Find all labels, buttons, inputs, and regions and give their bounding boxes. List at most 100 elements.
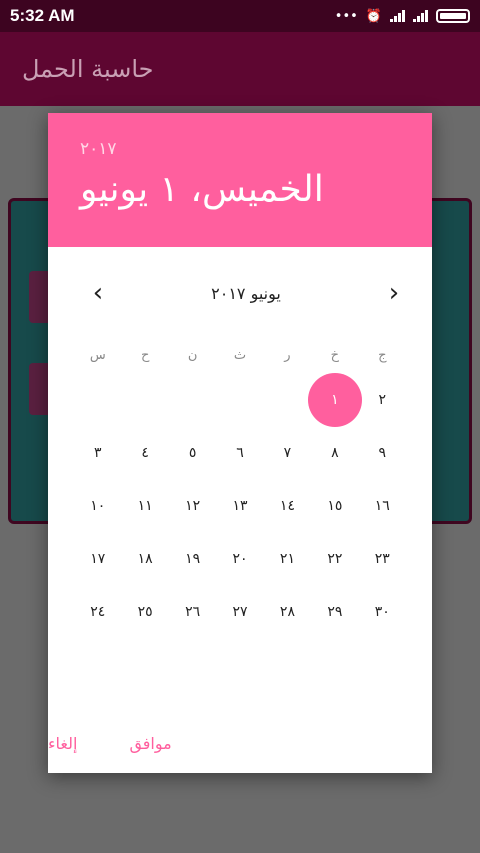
day-cell[interactable]: ٢٦ xyxy=(169,588,216,635)
weekday-label: ر xyxy=(284,347,291,363)
day-number: ١٤ xyxy=(279,497,295,514)
day-cell[interactable]: ٢ xyxy=(359,376,406,423)
day-cell[interactable]: ١٥ xyxy=(311,482,358,529)
day-number: ٢٩ xyxy=(327,603,343,620)
dialog-header: ٢٠١٧ الخميس، ١ يونيو xyxy=(48,113,432,247)
day-cell[interactable]: ٢٩ xyxy=(311,588,358,635)
day-cell[interactable]: ٢٠ xyxy=(216,535,263,582)
alarm-icon: ⏰ xyxy=(365,8,382,24)
day-cell[interactable]: ٤ xyxy=(121,429,168,476)
weekday-label: ن xyxy=(187,347,198,363)
weekday-label: ج xyxy=(378,347,387,363)
month-title: يونيو ٢٠١٧ xyxy=(211,283,281,303)
status-time: 5:32 AM xyxy=(10,6,75,25)
calendar-grid: ج خ ر ث ن ح س ٢ ١ ٩ ٨ ٧ ٦ ٥ ٤ ٣ ١٦ ١٥ ١٤ ١٣ ١٢ ١١ ١٠ ٢٣ ٢… xyxy=(74,337,406,638)
day-number: ٧ xyxy=(283,444,292,461)
day-cell[interactable]: ٣٠ xyxy=(359,588,406,635)
day-number: ١٧ xyxy=(90,550,106,567)
day-cell[interactable]: ١١ xyxy=(121,482,168,529)
empty-day-cell xyxy=(169,376,216,423)
empty-day-cell xyxy=(74,376,121,423)
day-number: ٢٦ xyxy=(185,603,201,620)
day-number: ٢٧ xyxy=(232,603,248,620)
day-number: ٨ xyxy=(331,444,339,461)
day-cell[interactable]: ١٨ xyxy=(121,535,168,582)
day-number: ٤ xyxy=(141,444,149,461)
calendar-weeks: ٢ ١ ٩ ٨ ٧ ٦ ٥ ٤ ٣ ١٦ ١٥ ١٤ ١٣ ١٢ ١١ ١٠ ٢٣ ٢٢ ٢١ ٢٠ ١٩ ١٨ ١٧ ٣٠ ٢… xyxy=(74,373,406,638)
day-cell[interactable]: ٢٢ xyxy=(311,535,358,582)
day-number: ١٩ xyxy=(185,550,201,567)
day-number: ١١ xyxy=(137,497,153,514)
day-number: ٢ xyxy=(378,391,387,408)
calendar-week-row: ٢٣ ٢٢ ٢١ ٢٠ ١٩ ١٨ ١٧ xyxy=(74,532,406,585)
day-cell[interactable]: ٣ xyxy=(74,429,121,476)
calendar-week-row: ٣٠ ٢٩ ٢٨ ٢٧ ٢٦ ٢٥ ٢٤ xyxy=(74,585,406,638)
signal-icon xyxy=(390,10,405,22)
day-number: ١٣ xyxy=(232,497,248,514)
day-cell[interactable]: ١٢ xyxy=(169,482,216,529)
day-cell[interactable]: ١٧ xyxy=(74,535,121,582)
calendar-week-row: ٢١ xyxy=(74,373,406,426)
day-cell[interactable]: ٨ xyxy=(311,429,358,476)
day-cell-selected[interactable]: ١ xyxy=(311,376,358,423)
empty-day-cell xyxy=(121,376,168,423)
day-number: ٩ xyxy=(378,444,387,461)
day-number: ٢١ xyxy=(279,550,295,567)
year-label[interactable]: ٢٠١٧ xyxy=(80,139,117,159)
day-number: ١٦ xyxy=(374,497,390,514)
calendar-week-row: ١٦ ١٥ ١٤ ١٣ ١٢ ١١ ١٠ xyxy=(74,479,406,532)
battery-icon xyxy=(436,9,470,23)
calendar-week-row: ٩ ٨ ٧ ٦ ٥ ٤ ٣ xyxy=(74,426,406,479)
weekday-label: ح xyxy=(140,347,150,363)
day-cell[interactable]: ٧ xyxy=(264,429,311,476)
previous-month-button[interactable]: ‹ xyxy=(86,280,110,306)
day-number: ١٢ xyxy=(185,497,201,514)
day-cell[interactable]: ٢٥ xyxy=(121,588,168,635)
day-cell[interactable]: ٢٣ xyxy=(359,535,406,582)
signal-icon xyxy=(413,10,428,22)
day-number: ١ xyxy=(331,391,339,408)
day-cell[interactable]: ٢٧ xyxy=(216,588,263,635)
day-number: ٢٤ xyxy=(90,603,106,620)
day-number: ٢٨ xyxy=(279,603,295,620)
day-number: ١٥ xyxy=(327,497,343,514)
day-number: ٢٥ xyxy=(137,603,153,620)
day-number: ١٠ xyxy=(90,497,106,514)
day-cell[interactable]: ١٣ xyxy=(216,482,263,529)
day-number: ٢٢ xyxy=(327,550,343,567)
dots-icon: ••• xyxy=(334,8,358,24)
next-month-button[interactable]: › xyxy=(382,280,406,306)
status-bar: 5:32 AM ••• ⏰ xyxy=(0,0,480,32)
day-number: ٢٣ xyxy=(374,550,390,567)
day-cell[interactable]: ١٩ xyxy=(169,535,216,582)
day-number: ٥ xyxy=(188,444,197,461)
empty-day-cell xyxy=(216,376,263,423)
day-number: ٢٠ xyxy=(232,550,248,567)
weekday-label: خ xyxy=(330,347,340,363)
day-number: ٦ xyxy=(236,444,244,461)
cancel-button[interactable]: إلغاء xyxy=(48,734,77,753)
date-picker-dialog: ٢٠١٧ الخميس، ١ يونيو ‹ يونيو ٢٠١٧ › ج خ … xyxy=(48,113,432,773)
day-number: ٣ xyxy=(93,444,102,461)
weekday-label: س xyxy=(89,347,106,363)
app-title: حاسبة الحمل xyxy=(22,55,154,83)
day-cell[interactable]: ٢٤ xyxy=(74,588,121,635)
day-cell[interactable]: ١٦ xyxy=(359,482,406,529)
selected-date-label[interactable]: الخميس، ١ يونيو xyxy=(80,169,324,210)
day-cell[interactable]: ٩ xyxy=(359,429,406,476)
day-cell[interactable]: ٦ xyxy=(216,429,263,476)
day-cell[interactable]: ١٤ xyxy=(264,482,311,529)
empty-day-cell xyxy=(264,376,311,423)
day-cell[interactable]: ٢٨ xyxy=(264,588,311,635)
weekday-header: ج خ ر ث ن ح س xyxy=(74,337,406,373)
day-number: ٣٠ xyxy=(374,603,390,620)
status-icons: ••• ⏰ xyxy=(335,9,470,24)
day-cell[interactable]: ٥ xyxy=(169,429,216,476)
app-bar: حاسبة الحمل xyxy=(0,32,480,106)
day-cell[interactable]: ١٠ xyxy=(74,482,121,529)
month-navigation: ‹ يونيو ٢٠١٧ › xyxy=(48,273,432,313)
ok-button[interactable]: موافق xyxy=(129,734,171,753)
weekday-label: ث xyxy=(233,347,247,363)
day-number: ١٨ xyxy=(137,550,153,567)
day-cell[interactable]: ٢١ xyxy=(264,535,311,582)
